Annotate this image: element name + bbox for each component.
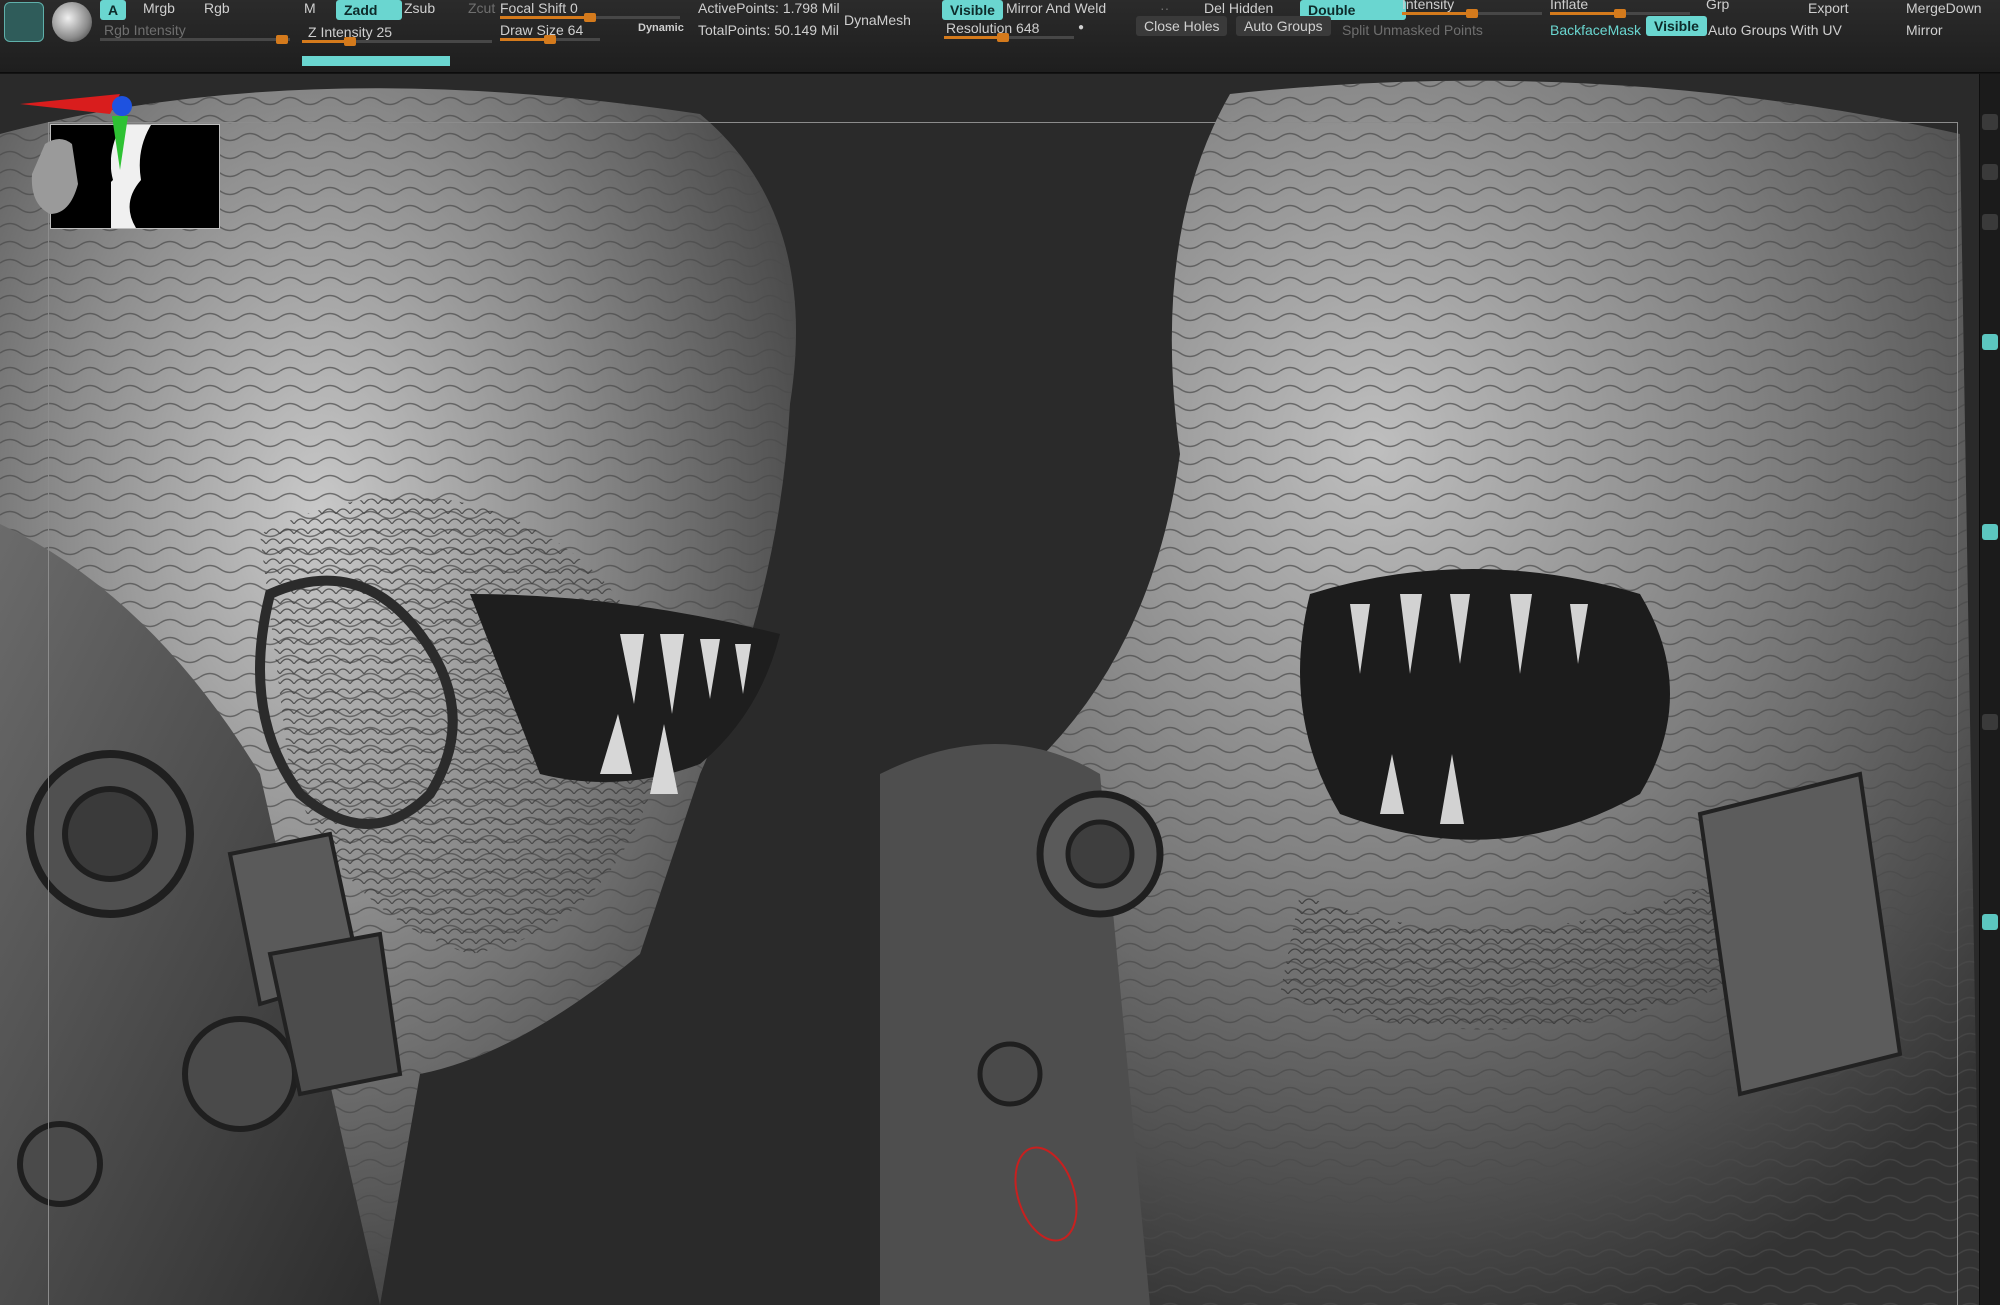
- visible-button[interactable]: Visible: [942, 0, 1003, 20]
- axis-gizmo-icon[interactable]: [0, 74, 140, 224]
- resolution-slider[interactable]: Resolution 648: [946, 20, 1039, 36]
- canvas-viewport[interactable]: [0, 74, 1980, 1305]
- tray-tool-icon[interactable]: [1982, 524, 1998, 540]
- zadd-button[interactable]: Zadd: [336, 0, 402, 20]
- rgb-intensity-track[interactable]: [100, 35, 290, 44]
- active-tool-indicator: [302, 56, 450, 66]
- resolution-track[interactable]: [944, 33, 1074, 42]
- backface-mask-button[interactable]: BackfaceMask: [1550, 22, 1641, 38]
- tray-tool-icon[interactable]: [1982, 714, 1998, 730]
- z-intensity-track[interactable]: [302, 37, 492, 46]
- dynamic-toggle[interactable]: Dynamic: [638, 20, 684, 36]
- tray-tool-icon[interactable]: [1982, 114, 1998, 130]
- active-points-readout: ActivePoints: 1.798 Mil: [698, 0, 840, 16]
- a-button[interactable]: A: [100, 0, 127, 20]
- intensity-slider[interactable]: Intensity: [1402, 0, 1454, 12]
- auto-groups-with-uv-button[interactable]: Auto Groups With UV: [1708, 22, 1842, 38]
- focal-shift-slider[interactable]: Focal Shift 0: [500, 0, 578, 16]
- zsub-button[interactable]: Zsub: [404, 0, 435, 16]
- intensity-track[interactable]: [1402, 9, 1542, 18]
- rgb-button[interactable]: Rgb: [204, 0, 230, 16]
- auto-groups-button[interactable]: Auto Groups: [1236, 16, 1331, 36]
- tray-tool-icon[interactable]: [1982, 164, 1998, 180]
- grp-button[interactable]: Grp: [1706, 0, 1729, 12]
- right-creature-sculpt: [880, 80, 1980, 1305]
- left-creature-sculpt: [0, 88, 796, 1305]
- draw-size-slider[interactable]: Draw Size 64: [500, 22, 583, 38]
- rgb-intensity-slider[interactable]: Rgb Intensity: [104, 22, 186, 38]
- tray-tool-icon[interactable]: [1982, 334, 1998, 350]
- tray-tool-icon[interactable]: [1982, 914, 1998, 930]
- total-points-readout: TotalPoints: 50.149 Mil: [698, 22, 839, 38]
- zbrush-logo-icon[interactable]: [4, 2, 44, 42]
- focal-shift-track[interactable]: [500, 13, 680, 22]
- merge-down-button[interactable]: MergeDown: [1906, 0, 1981, 16]
- inflate-slider[interactable]: Inflate: [1550, 0, 1588, 12]
- sculpt-render: [0, 80, 1980, 1305]
- sphere-material-icon[interactable]: [52, 2, 92, 42]
- mirror-and-weld-button[interactable]: Mirror And Weld: [1006, 0, 1106, 16]
- dynamesh-button[interactable]: DynaMesh: [844, 12, 911, 28]
- zcut-button[interactable]: Zcut: [468, 0, 495, 16]
- top-shelf: A Mrgb Rgb M Zadd Zsub Zcut Focal Shift …: [0, 0, 2000, 73]
- visible-toggle-2[interactable]: Visible: [1646, 16, 1707, 36]
- m-button[interactable]: M: [304, 0, 316, 16]
- right-tray: [1979, 74, 2000, 1305]
- close-holes-button[interactable]: Close Holes: [1136, 16, 1228, 36]
- export-button[interactable]: Export: [1808, 0, 1848, 16]
- head-orientation-icon: [31, 139, 78, 214]
- mirror-button[interactable]: Mirror: [1906, 22, 1943, 38]
- draw-size-track[interactable]: [500, 35, 600, 44]
- options-dots[interactable]: ··: [1160, 0, 1169, 16]
- inflate-track[interactable]: [1550, 9, 1690, 18]
- del-hidden-button[interactable]: Del Hidden: [1204, 0, 1273, 16]
- resolution-dot[interactable]: ●: [1078, 20, 1084, 36]
- mrgb-button[interactable]: Mrgb: [143, 0, 175, 16]
- tray-tool-icon[interactable]: [1982, 214, 1998, 230]
- split-unmasked-points-button[interactable]: Split Unmasked Points: [1342, 22, 1483, 38]
